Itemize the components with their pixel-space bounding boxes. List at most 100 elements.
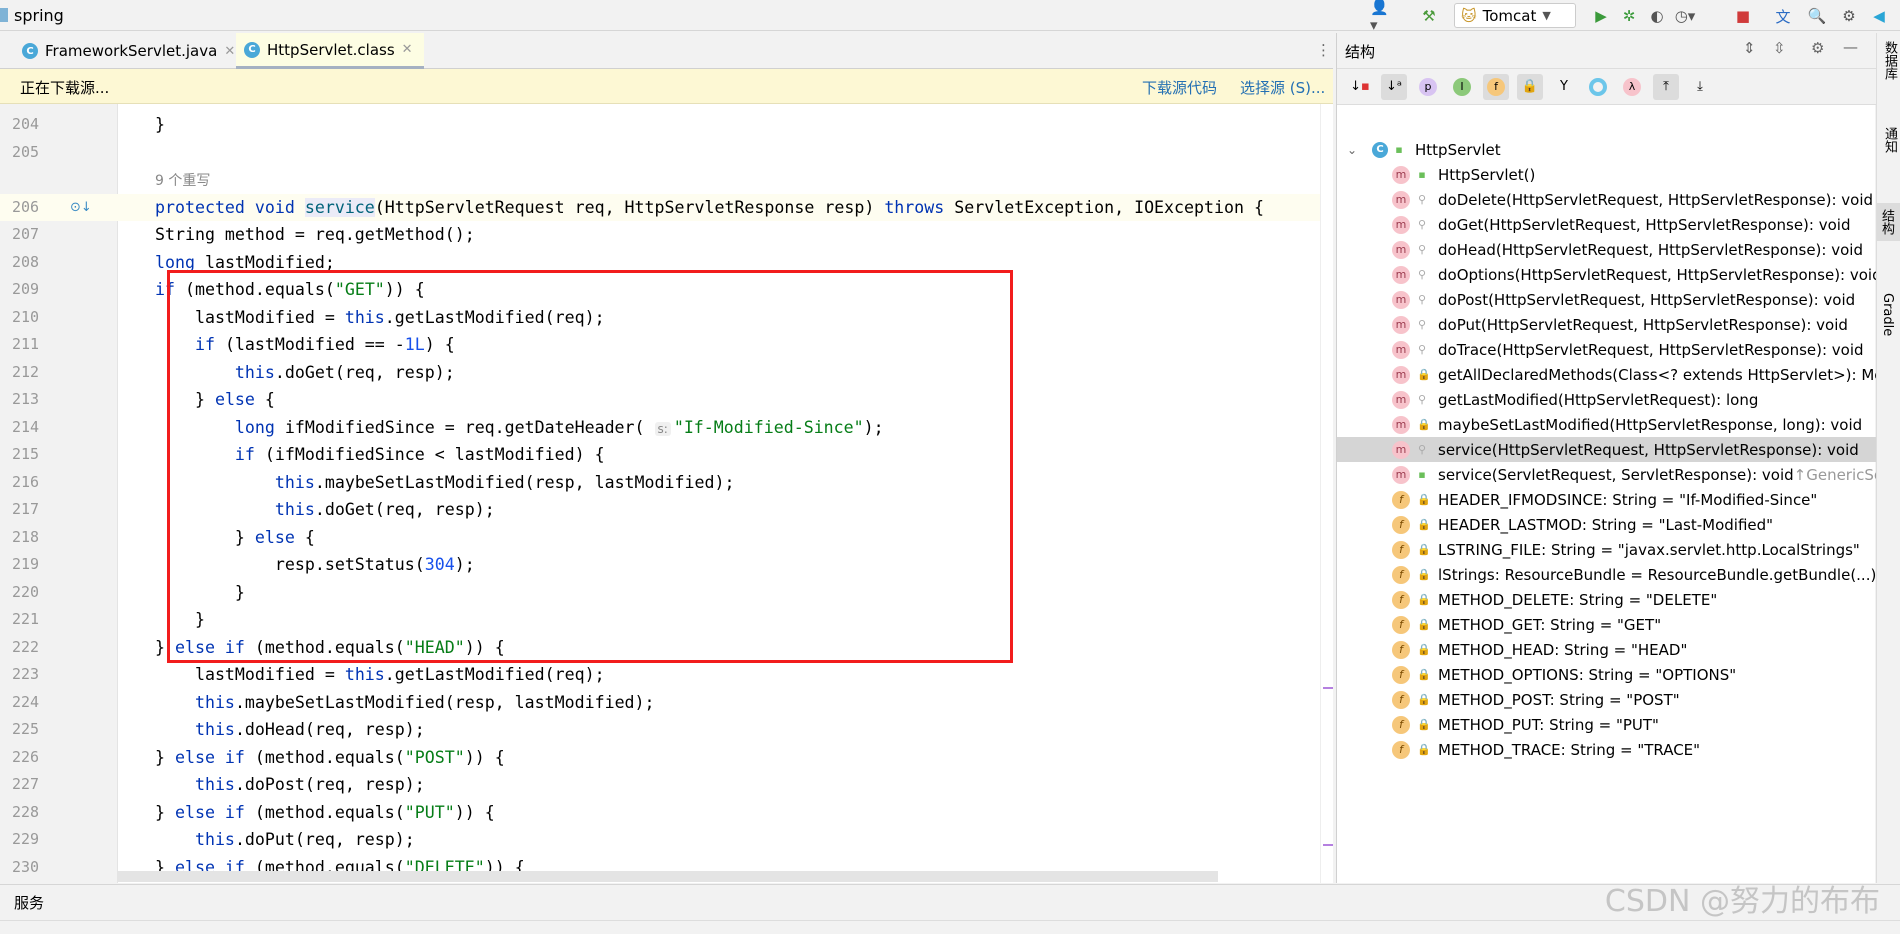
tree-item-label: doOptions(HttpServletRequest, HttpServle…: [1438, 265, 1876, 284]
code-token: protected void: [155, 197, 305, 217]
user-icon[interactable]: 👤▾: [1370, 0, 1392, 34]
show-inherited-icon[interactable]: I: [1449, 74, 1475, 100]
tree-field-item[interactable]: f 🔒 lStrings: ResourceBundle = ResourceBun…: [1337, 562, 1876, 587]
code-token: }: [155, 747, 175, 767]
tree-field-item[interactable]: f 🔒 METHOD_GET: String = "GET": [1337, 612, 1876, 637]
close-icon[interactable]: ✕: [224, 44, 235, 59]
services-tab[interactable]: 服务: [14, 892, 44, 913]
field-icon: f: [1392, 565, 1410, 584]
stripe-structure[interactable]: 结构: [1877, 203, 1900, 241]
tree-field-item[interactable]: f 🔒 METHOD_DELETE: String = "DELETE": [1337, 587, 1876, 612]
tree-method-item[interactable]: m ⚲ getLastModified(HttpServletRequest): l…: [1337, 387, 1876, 412]
tree-item-label: METHOD_OPTIONS: String = "OPTIONS": [1438, 665, 1737, 684]
show-properties-icon[interactable]: p: [1415, 74, 1441, 100]
tree-field-item[interactable]: f 🔒 METHOD_OPTIONS: String = "OPTIONS": [1337, 662, 1876, 687]
profile-icon[interactable]: ◷▾: [1674, 5, 1696, 27]
tree-method-item[interactable]: m ⚲ doOptions(HttpServletRequest, HttpServ…: [1337, 262, 1876, 287]
tree-method-item[interactable]: m 🔒 getAllDeclaredMethods(Class<? extends …: [1337, 362, 1876, 387]
tree-field-item[interactable]: f 🔒 HEADER_LASTMOD: String = "Last-Modifie…: [1337, 512, 1876, 537]
inherited-from-label: ↑GenericServ: [1793, 465, 1876, 484]
chevron-down-icon[interactable]: ⌄: [1347, 143, 1367, 157]
status-bar: [0, 920, 1900, 934]
line-number: 224: [12, 692, 40, 711]
code-text: lastModified = this.getLastModified(req)…: [155, 661, 605, 689]
sort-visibility-icon[interactable]: ↓ ▪: [1347, 74, 1373, 100]
run-config-select[interactable]: 🐱 Tomcat ▼: [1454, 3, 1576, 28]
tree-item-label: getAllDeclaredMethods(Class<? extends Ht…: [1438, 365, 1876, 384]
tree-field-item[interactable]: f 🔒 LSTRING_FILE: String = "javax.servlet.…: [1337, 537, 1876, 562]
tree-method-item[interactable]: m ⚲ service(HttpServletRequest, HttpServle…: [1337, 437, 1876, 462]
tree-field-item[interactable]: f 🔒 METHOD_PUT: String = "PUT": [1337, 712, 1876, 737]
show-fields-icon[interactable]: f: [1483, 73, 1509, 100]
private-lock-icon: 🔒: [1417, 743, 1431, 756]
overrides-code-lens[interactable]: 9 个重写: [155, 173, 210, 189]
project-name[interactable]: spring: [14, 6, 64, 25]
tree-field-item[interactable]: f 🔒 HEADER_IFMODSINCE: String = "If-Modifi…: [1337, 487, 1876, 512]
tab-httpservlet[interactable]: C HttpServlet.class ✕: [236, 33, 424, 69]
structure-header: 结构 ⇕ ⇳ ⚙ —: [1337, 33, 1876, 69]
autoscroll-from-source-icon[interactable]: ⤓: [1687, 74, 1713, 100]
tab-frameworkservlet[interactable]: C FrameworkServlet.java ✕: [14, 33, 243, 69]
tree-method-item[interactable]: m ⚲ doPost(HttpServletRequest, HttpServlet…: [1337, 287, 1876, 312]
class-icon: C: [1372, 141, 1388, 158]
build-hammer-icon[interactable]: ⚒: [1418, 5, 1440, 27]
tree-field-item[interactable]: f 🔒 METHOD_HEAD: String = "HEAD": [1337, 637, 1876, 662]
search-icon[interactable]: 🔍: [1806, 5, 1828, 27]
horizontal-scrollbar[interactable]: [118, 871, 1218, 882]
line-number: 216: [12, 472, 40, 491]
more-icon[interactable]: ⋮: [1316, 41, 1331, 59]
coverage-icon[interactable]: ◐: [1646, 5, 1668, 27]
tree-item-label: METHOD_TRACE: String = "TRACE": [1438, 740, 1701, 759]
field-icon: f: [1392, 490, 1410, 509]
stop-icon[interactable]: ■: [1732, 5, 1754, 27]
show-non-public-icon[interactable]: 🔒: [1517, 73, 1543, 100]
method-icon: m: [1392, 265, 1410, 284]
tree-item-label: lStrings: ResourceBundle = ResourceBundl…: [1438, 565, 1876, 584]
debug-icon[interactable]: ✲: [1618, 5, 1640, 27]
expand-all-icon[interactable]: ⇕: [1743, 39, 1756, 57]
minimize-icon[interactable]: —: [1843, 38, 1858, 56]
line-number: 208: [12, 252, 40, 271]
tree-method-item[interactable]: m ▪ HttpServlet(): [1337, 162, 1876, 187]
code-text: 9 个重写: [155, 166, 210, 196]
download-sources-link[interactable]: 下载源代码: [1142, 77, 1217, 98]
field-icon: f: [1392, 640, 1410, 659]
tree-method-item[interactable]: m ▪ service(ServletRequest, ServletRespons…: [1337, 462, 1876, 487]
sort-alpha-icon[interactable]: ↓ᵃ: [1381, 73, 1407, 100]
tree-field-item[interactable]: f 🔒 METHOD_POST: String = "POST": [1337, 687, 1876, 712]
tree-method-item[interactable]: m ⚲ doHead(HttpServletRequest, HttpServlet…: [1337, 237, 1876, 262]
tree-method-item[interactable]: m 🔒 maybeSetLastModified(HttpServletRespon…: [1337, 412, 1876, 437]
code-token: .doPost(req, resp);: [234, 775, 425, 794]
tree-method-item[interactable]: m ⚲ doDelete(HttpServletRequest, HttpServl…: [1337, 187, 1876, 212]
code-token: (method.equals(: [244, 802, 405, 822]
tree-method-item[interactable]: m ⚲ doTrace(HttpServletRequest, HttpServle…: [1337, 337, 1876, 362]
tree-method-item[interactable]: m ⚲ doPut(HttpServletRequest, HttpServletR…: [1337, 312, 1876, 337]
tree-method-item[interactable]: m ⚲ doGet(HttpServletRequest, HttpServletR…: [1337, 212, 1876, 237]
gear-icon[interactable]: ⚙: [1838, 5, 1860, 27]
stripe-notifications[interactable]: 通知: [1880, 127, 1899, 153]
translate-icon[interactable]: 文: [1772, 5, 1794, 27]
show-lambdas-circle-icon[interactable]: [1585, 74, 1611, 100]
code-editor[interactable]: 204} 205 9 个重写 206 protected void service(Ht…: [0, 104, 1333, 883]
tree-item-label: doPut(HttpServletRequest, HttpServletRes…: [1438, 315, 1848, 334]
gear-icon[interactable]: ⚙: [1811, 39, 1824, 57]
field-icon: f: [1392, 590, 1410, 609]
choose-sources-link[interactable]: 选择源 (S)...: [1240, 77, 1325, 98]
run-icon[interactable]: ▶: [1590, 5, 1612, 27]
code-text: String method = req.getMethod();: [155, 221, 475, 249]
tree-item-label: doTrace(HttpServletRequest, HttpServletR…: [1438, 340, 1864, 359]
vertical-scrollbar[interactable]: [1320, 104, 1333, 883]
tree-field-item[interactable]: f 🔒 METHOD_TRACE: String = "TRACE": [1337, 737, 1876, 762]
line-number: 221: [12, 610, 40, 628]
plugin-icon[interactable]: ◀: [1868, 5, 1890, 27]
close-icon[interactable]: ✕: [402, 42, 413, 57]
tree-item-label: METHOD_DELETE: String = "DELETE": [1438, 590, 1718, 609]
stripe-database[interactable]: 数据库: [1880, 41, 1899, 80]
show-lambdas-icon[interactable]: λ: [1619, 74, 1645, 100]
tree-root[interactable]: ⌄ C ▪ HttpServlet: [1337, 137, 1876, 162]
show-anonymous-icon[interactable]: Y: [1551, 74, 1577, 100]
stripe-gradle[interactable]: Gradle: [1880, 293, 1895, 336]
collapse-all-icon[interactable]: ⇳: [1773, 39, 1786, 57]
overridden-by-icon[interactable]: ⊙↓: [70, 194, 92, 222]
autoscroll-to-source-icon[interactable]: ⤒: [1653, 73, 1679, 100]
